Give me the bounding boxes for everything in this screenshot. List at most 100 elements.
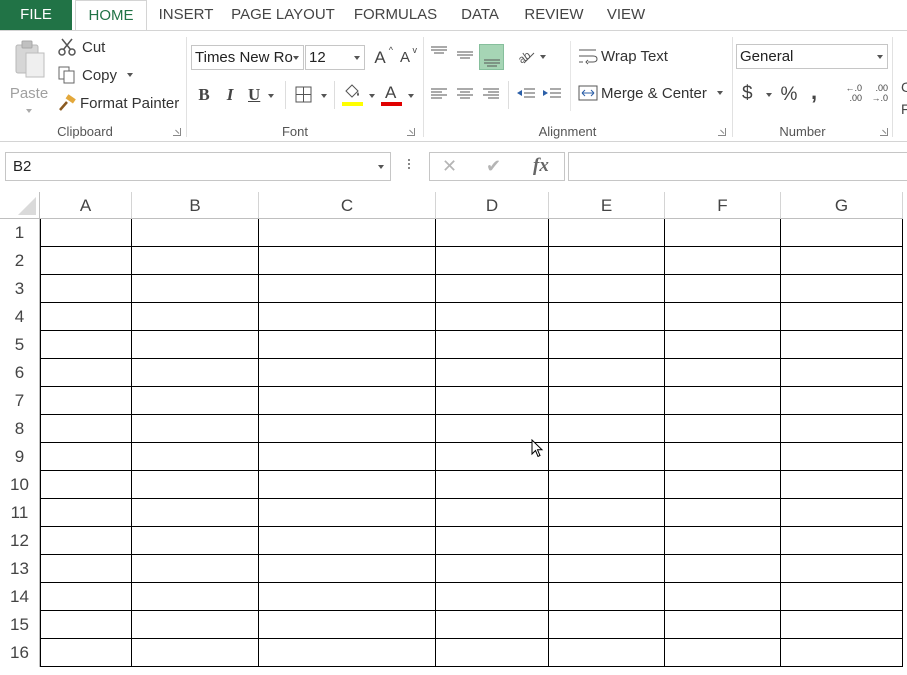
cell-c9[interactable]: [259, 443, 436, 471]
name-box[interactable]: B2: [5, 152, 391, 181]
cell-g11[interactable]: [781, 499, 903, 527]
cell-a16[interactable]: [40, 639, 132, 667]
cell-b5[interactable]: [132, 331, 259, 359]
comma-style-button[interactable]: ,: [806, 79, 822, 105]
font-dialog-launcher[interactable]: [407, 128, 415, 136]
cell-d2[interactable]: [436, 247, 549, 275]
cell-a6[interactable]: [40, 359, 132, 387]
cell-c6[interactable]: [259, 359, 436, 387]
middle-align-button[interactable]: [454, 44, 476, 68]
cell-g12[interactable]: [781, 527, 903, 555]
cell-a4[interactable]: [40, 303, 132, 331]
copy-dropdown-icon[interactable]: [127, 73, 134, 77]
cell-c2[interactable]: [259, 247, 436, 275]
cell-a11[interactable]: [40, 499, 132, 527]
row-header-12[interactable]: 12: [0, 527, 40, 555]
cell-c1[interactable]: [259, 219, 436, 247]
cell-g10[interactable]: [781, 471, 903, 499]
row-header-13[interactable]: 13: [0, 555, 40, 583]
cell-d13[interactable]: [436, 555, 549, 583]
cell-e16[interactable]: [549, 639, 665, 667]
cell-f14[interactable]: [665, 583, 781, 611]
cell-b9[interactable]: [132, 443, 259, 471]
increase-indent-button[interactable]: [541, 85, 563, 105]
cell-e4[interactable]: [549, 303, 665, 331]
row-header-5[interactable]: 5: [0, 331, 40, 359]
formula-bar-resize-handle[interactable]: [407, 158, 411, 174]
cell-c11[interactable]: [259, 499, 436, 527]
cell-f9[interactable]: [665, 443, 781, 471]
cell-f11[interactable]: [665, 499, 781, 527]
font-size-select[interactable]: 12: [305, 45, 365, 70]
tab-review[interactable]: REVIEW: [518, 0, 590, 30]
row-header-10[interactable]: 10: [0, 471, 40, 499]
tab-file[interactable]: FILE: [0, 0, 72, 30]
cell-e2[interactable]: [549, 247, 665, 275]
cell-f5[interactable]: [665, 331, 781, 359]
paste-button[interactable]: Paste: [6, 35, 52, 119]
cell-f7[interactable]: [665, 387, 781, 415]
cell-b15[interactable]: [132, 611, 259, 639]
row-header-6[interactable]: 6: [0, 359, 40, 387]
row-header-1[interactable]: 1: [0, 219, 40, 247]
cell-d5[interactable]: [436, 331, 549, 359]
cell-d1[interactable]: [436, 219, 549, 247]
cell-d16[interactable]: [436, 639, 549, 667]
copy-button[interactable]: Copy: [58, 66, 134, 84]
select-all-button[interactable]: [0, 192, 40, 219]
row-header-7[interactable]: 7: [0, 387, 40, 415]
cell-f6[interactable]: [665, 359, 781, 387]
row-header-14[interactable]: 14: [0, 583, 40, 611]
cell-b11[interactable]: [132, 499, 259, 527]
increase-font-size-button[interactable]: A ^: [372, 45, 393, 68]
cell-a13[interactable]: [40, 555, 132, 583]
cell-e12[interactable]: [549, 527, 665, 555]
decrease-indent-button[interactable]: [515, 85, 537, 105]
cell-a3[interactable]: [40, 275, 132, 303]
increase-decimal-button[interactable]: ←.0 .00: [840, 83, 862, 109]
cell-f10[interactable]: [665, 471, 781, 499]
decrease-decimal-button[interactable]: .00 →.0: [866, 83, 888, 109]
bottom-align-button[interactable]: [479, 44, 504, 70]
cell-b16[interactable]: [132, 639, 259, 667]
tab-home[interactable]: HOME: [75, 0, 147, 31]
cell-a2[interactable]: [40, 247, 132, 275]
cell-d15[interactable]: [436, 611, 549, 639]
cell-a8[interactable]: [40, 415, 132, 443]
cell-c15[interactable]: [259, 611, 436, 639]
cell-c10[interactable]: [259, 471, 436, 499]
tab-data[interactable]: DATA: [452, 0, 508, 30]
cell-b14[interactable]: [132, 583, 259, 611]
cell-g6[interactable]: [781, 359, 903, 387]
cut-button[interactable]: Cut: [58, 38, 105, 56]
cell-g5[interactable]: [781, 331, 903, 359]
percent-button[interactable]: %: [779, 84, 799, 106]
cell-g15[interactable]: [781, 611, 903, 639]
cell-a12[interactable]: [40, 527, 132, 555]
currency-button[interactable]: $: [742, 83, 776, 107]
underline-button[interactable]: U: [248, 85, 278, 107]
cell-c7[interactable]: [259, 387, 436, 415]
cell-g16[interactable]: [781, 639, 903, 667]
bold-button[interactable]: B: [196, 85, 212, 105]
cell-a10[interactable]: [40, 471, 132, 499]
cell-g2[interactable]: [781, 247, 903, 275]
cell-a1[interactable]: [40, 219, 132, 247]
tab-formulas[interactable]: FORMULAS: [348, 0, 443, 30]
cell-a15[interactable]: [40, 611, 132, 639]
cell-b3[interactable]: [132, 275, 259, 303]
font-name-select[interactable]: Times New Ro: [191, 45, 304, 70]
cell-g7[interactable]: [781, 387, 903, 415]
format-painter-button[interactable]: Format Painter: [58, 94, 179, 112]
number-dialog-launcher[interactable]: [880, 128, 888, 136]
cell-f3[interactable]: [665, 275, 781, 303]
cell-f15[interactable]: [665, 611, 781, 639]
cell-e11[interactable]: [549, 499, 665, 527]
formula-input[interactable]: [568, 152, 907, 181]
borders-button[interactable]: [295, 85, 329, 107]
cell-f4[interactable]: [665, 303, 781, 331]
cell-g8[interactable]: [781, 415, 903, 443]
clipboard-dialog-launcher[interactable]: [173, 128, 181, 136]
font-color-button[interactable]: A: [381, 83, 415, 109]
cell-f1[interactable]: [665, 219, 781, 247]
